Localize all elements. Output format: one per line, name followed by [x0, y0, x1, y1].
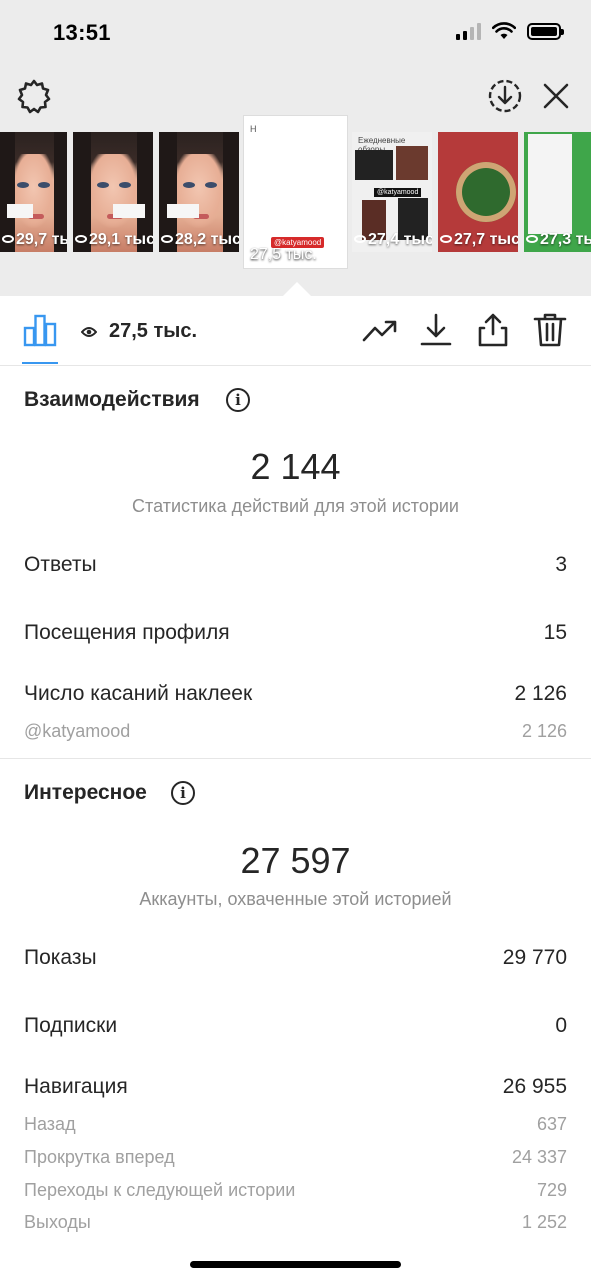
trash-icon[interactable]: [532, 312, 568, 348]
battery-icon: [527, 22, 564, 40]
signal-icon: [456, 22, 481, 40]
stat-label: Ответы: [24, 553, 97, 576]
stat-row-follows: Подписки 0: [24, 1014, 567, 1038]
info-icon[interactable]: i: [226, 388, 250, 412]
stat-value: 2 126: [514, 682, 567, 705]
download-icon[interactable]: [418, 312, 454, 348]
reach-value: 27,5 тыс.: [109, 320, 198, 342]
stat-value: 637: [536, 1114, 567, 1134]
thumbnail-tag: @katyamood: [374, 188, 422, 197]
status-icons: [456, 22, 564, 40]
stat-label: Подписки: [24, 1014, 118, 1037]
trending-up-icon[interactable]: [362, 312, 398, 348]
stat-subrow-next-story: Переходы к следующей истории 729: [24, 1180, 567, 1201]
story-preview-panel: 29,7 тыс. 29,1 тыс. 28,2 тыс. Ежедневные…: [0, 66, 591, 296]
stat-row-replies: Ответы 3: [24, 553, 567, 577]
thumbnail-views: 27,3 тыс.: [540, 231, 591, 248]
share-icon[interactable]: [475, 312, 511, 348]
stat-value: 29 770: [502, 946, 567, 969]
discovery-total: 27 597: [240, 840, 351, 881]
thumbnail-views: 28,2 тыс.: [175, 231, 239, 248]
stat-label: Показы: [24, 946, 97, 969]
stat-label: Переходы к следующей истории: [24, 1180, 296, 1200]
thumbnail-letter: Н: [250, 124, 257, 134]
stat-subrow-forward: Прокрутка вперед 24 337: [24, 1147, 567, 1168]
stat-value: 0: [555, 1014, 567, 1037]
discovery-caption: Аккаунты, охваченные этой историей: [139, 889, 452, 909]
stat-value: 3: [555, 553, 567, 576]
stat-label: Выходы: [24, 1212, 91, 1232]
eye-icon: [81, 327, 97, 337]
gear-icon[interactable]: [16, 78, 52, 114]
stat-label: Число касаний наклеек: [24, 682, 253, 705]
stat-subrow-mention: @katyamood 2 126: [24, 721, 567, 742]
active-tab-indicator: [22, 362, 58, 364]
discovery-title: Интересное: [24, 781, 147, 804]
home-indicator[interactable]: [190, 1261, 401, 1268]
download-circle-icon[interactable]: [487, 78, 523, 114]
stat-value: 2 126: [521, 721, 567, 741]
stat-subrow-exits: Выходы 1 252: [24, 1212, 567, 1233]
story-thumbnail[interactable]: 27,7 тыс.: [438, 132, 518, 252]
wifi-icon: [492, 22, 516, 39]
status-bar: 13:51: [0, 0, 591, 66]
interactions-total: 2 144: [250, 446, 341, 487]
thumbnail-views: 27,5 тыс.: [250, 246, 317, 263]
stat-value: 729: [536, 1180, 567, 1200]
stat-label: @katyamood: [24, 721, 131, 741]
stat-value: 1 252: [521, 1212, 567, 1232]
stat-row-sticker-taps: Число касаний наклеек 2 126: [24, 682, 567, 706]
interactions-title: Взаимодействия: [24, 388, 200, 411]
stat-subrow-back: Назад 637: [24, 1114, 567, 1135]
stat-label: Назад: [24, 1114, 76, 1134]
stat-row-profile-visits: Посещения профиля 15: [24, 621, 567, 645]
thumbnail-views: 27,4 тыс.: [368, 231, 432, 248]
selection-pointer: [283, 282, 311, 296]
stat-value: 24 337: [511, 1147, 567, 1167]
close-icon[interactable]: [538, 78, 574, 114]
info-icon[interactable]: i: [171, 781, 195, 805]
section-divider: [0, 758, 591, 759]
thumbnail-views: 27,7 тыс.: [454, 231, 518, 248]
stat-row-navigation: Навигация 26 955: [24, 1075, 567, 1099]
thumbnail-views: 29,1 тыс.: [89, 231, 153, 248]
stat-label: Посещения профиля: [24, 621, 230, 644]
story-thumbnail[interactable]: 28,2 тыс.: [159, 132, 239, 252]
story-thumbnail-selected[interactable]: Н @katyamood 27,5 тыс.: [244, 116, 347, 268]
stat-label: Прокрутка вперед: [24, 1147, 175, 1167]
bar-chart-icon[interactable]: [22, 312, 58, 348]
stat-row-impressions: Показы 29 770: [24, 946, 567, 970]
story-thumbnail[interactable]: Ежедневные обзоры @katyamood 27,4 тыс.: [352, 132, 432, 252]
stat-value: 26 955: [502, 1075, 567, 1098]
thumbnail-views: 29,7 тыс.: [16, 231, 67, 248]
story-thumbnail[interactable]: 27,3 тыс.: [524, 132, 591, 252]
status-time: 13:51: [53, 20, 111, 45]
stat-label: Навигация: [24, 1075, 128, 1098]
story-action-bar: 27,5 тыс.: [0, 296, 591, 366]
story-thumbnail[interactable]: 29,1 тыс.: [73, 132, 153, 252]
interactions-caption: Статистика действий для этой истории: [132, 496, 459, 516]
stat-value: 15: [543, 621, 567, 644]
story-thumbnail[interactable]: 29,7 тыс.: [0, 132, 67, 252]
